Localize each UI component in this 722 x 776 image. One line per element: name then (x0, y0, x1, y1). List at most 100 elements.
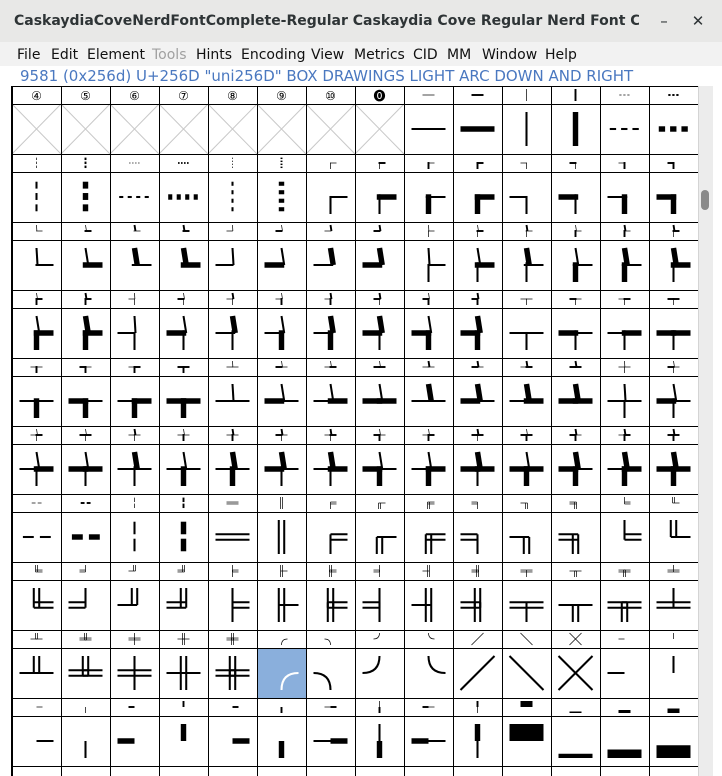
glyph-cell[interactable] (131, 224, 152, 267)
glyph-cell[interactable] (460, 94, 495, 132)
menu-encoding[interactable]: Encoding (241, 46, 306, 64)
glyph-cell[interactable] (558, 360, 593, 404)
glyph-cell[interactable] (232, 706, 250, 744)
menu-mm[interactable]: MM (447, 46, 471, 64)
glyph-cell[interactable] (607, 428, 642, 486)
glyph-cell[interactable] (313, 428, 348, 486)
glyph-cell[interactable] (22, 502, 51, 539)
glyph-cell[interactable] (326, 565, 348, 622)
glyph-cell[interactable] (117, 292, 137, 350)
glyph-cell[interactable] (656, 565, 691, 609)
close-button[interactable]: ✕ (686, 11, 710, 31)
glyph-cell[interactable] (166, 292, 188, 350)
glyph-cell[interactable] (656, 428, 691, 486)
glyph-cell[interactable] (375, 502, 397, 554)
glyph-cell[interactable] (474, 162, 495, 214)
glyph-cell[interactable] (558, 501, 580, 554)
glyph-cell[interactable] (36, 706, 54, 743)
minimize-button[interactable]: – (652, 11, 676, 31)
glyph-cell[interactable] (117, 366, 152, 418)
glyph-cell[interactable] (658, 94, 688, 132)
glyph-cell[interactable] (656, 162, 677, 214)
glyph-cell[interactable]: ⑨ (256, 89, 307, 155)
glyph-cell[interactable] (460, 428, 495, 486)
glyph-cell[interactable] (362, 428, 397, 486)
scrollbar-thumb[interactable] (701, 190, 709, 210)
glyph-cell[interactable] (117, 428, 152, 486)
glyph-cell[interactable] (166, 565, 188, 609)
glyph-cell[interactable] (411, 565, 433, 622)
glyph-cell[interactable] (117, 633, 152, 690)
glyph-cell[interactable] (572, 224, 593, 282)
glyph-cell[interactable] (558, 298, 593, 350)
glyph-cell[interactable] (362, 292, 385, 350)
glyph-cell[interactable] (376, 162, 397, 214)
glyph-cell[interactable] (424, 501, 446, 554)
glyph-cell[interactable] (313, 638, 332, 691)
glyph-cell[interactable] (68, 565, 87, 609)
glyph-cell[interactable] (168, 162, 198, 200)
glyph-cell[interactable] (166, 428, 201, 486)
glyph-cell[interactable] (215, 501, 250, 541)
glyph-cell[interactable] (558, 711, 593, 759)
glyph-cell[interactable] (313, 224, 336, 267)
glyph-cell[interactable] (656, 298, 691, 350)
glyph-cell[interactable] (264, 292, 286, 350)
glyph-cell[interactable] (68, 366, 103, 418)
glyph-cell[interactable] (557, 632, 594, 691)
glyph-cell[interactable] (19, 428, 54, 486)
glyph-cell[interactable] (607, 638, 625, 675)
glyph-cell[interactable] (329, 162, 348, 214)
glyph-cell[interactable] (509, 428, 544, 486)
glyph-cell[interactable] (215, 633, 250, 690)
glyph-cell[interactable] (607, 710, 642, 758)
glyph-cell[interactable] (621, 224, 642, 282)
glyph-cell[interactable] (166, 366, 201, 418)
glyph-cell[interactable] (474, 224, 495, 282)
glyph-cell[interactable] (313, 292, 336, 350)
menu-element[interactable]: Element (87, 46, 145, 64)
glyph-cell[interactable] (459, 632, 496, 691)
glyph-cell[interactable] (313, 360, 348, 404)
glyph-cell[interactable] (264, 224, 286, 268)
menu-file[interactable]: File (17, 46, 40, 64)
menu-hints[interactable]: Hints (196, 46, 232, 64)
glyph-cell[interactable] (257, 638, 306, 698)
glyph-cell[interactable] (215, 428, 250, 486)
glyph-cell[interactable] (509, 701, 544, 741)
glyph-cell[interactable] (656, 708, 691, 759)
menu-help[interactable]: Help (545, 46, 577, 64)
glyph-cell[interactable] (411, 428, 446, 486)
glyph-cell[interactable] (264, 360, 299, 404)
glyph-cell[interactable] (623, 497, 642, 541)
glyph-cell[interactable] (68, 428, 103, 486)
glyph-grid[interactable]: ④ ⑤ ⑥ ⑦ ⑧ ⑨ ⑩ ⓿ (11, 86, 698, 776)
glyph-cell[interactable]: ⑤ (60, 89, 111, 155)
glyph-cell[interactable] (558, 570, 593, 622)
glyph-cell[interactable] (362, 565, 381, 622)
glyph-cell[interactable] (607, 360, 642, 418)
glyph-cell[interactable] (411, 292, 433, 350)
glyph-cell[interactable] (82, 292, 103, 350)
glyph-cell[interactable] (362, 632, 381, 675)
glyph-cell[interactable] (215, 360, 250, 403)
glyph-cell[interactable] (607, 569, 642, 622)
glyph-cell[interactable] (509, 569, 544, 622)
glyph-cell[interactable] (607, 162, 628, 214)
glyph-cell[interactable] (523, 224, 544, 282)
glyph-cell[interactable] (508, 632, 545, 691)
glyph-cell[interactable]: ⑧ (207, 89, 258, 155)
glyph-cell[interactable] (427, 632, 446, 675)
glyph-cell[interactable] (656, 360, 691, 418)
glyph-cell[interactable] (509, 502, 531, 554)
glyph-cell[interactable] (32, 565, 54, 609)
glyph-cell[interactable] (19, 366, 54, 418)
glyph-cell[interactable] (215, 292, 238, 350)
glyph-cell[interactable] (509, 360, 544, 404)
menu-view[interactable]: View (311, 46, 344, 64)
glyph-cell[interactable] (669, 497, 691, 539)
glyph-cell[interactable] (35, 224, 54, 267)
glyph-cell[interactable] (71, 502, 100, 540)
glyph-grid-canvas[interactable]: ④ ⑤ ⑥ ⑦ ⑧ ⑨ ⑩ ⓿ (12, 86, 698, 776)
glyph-cell[interactable] (411, 706, 446, 744)
